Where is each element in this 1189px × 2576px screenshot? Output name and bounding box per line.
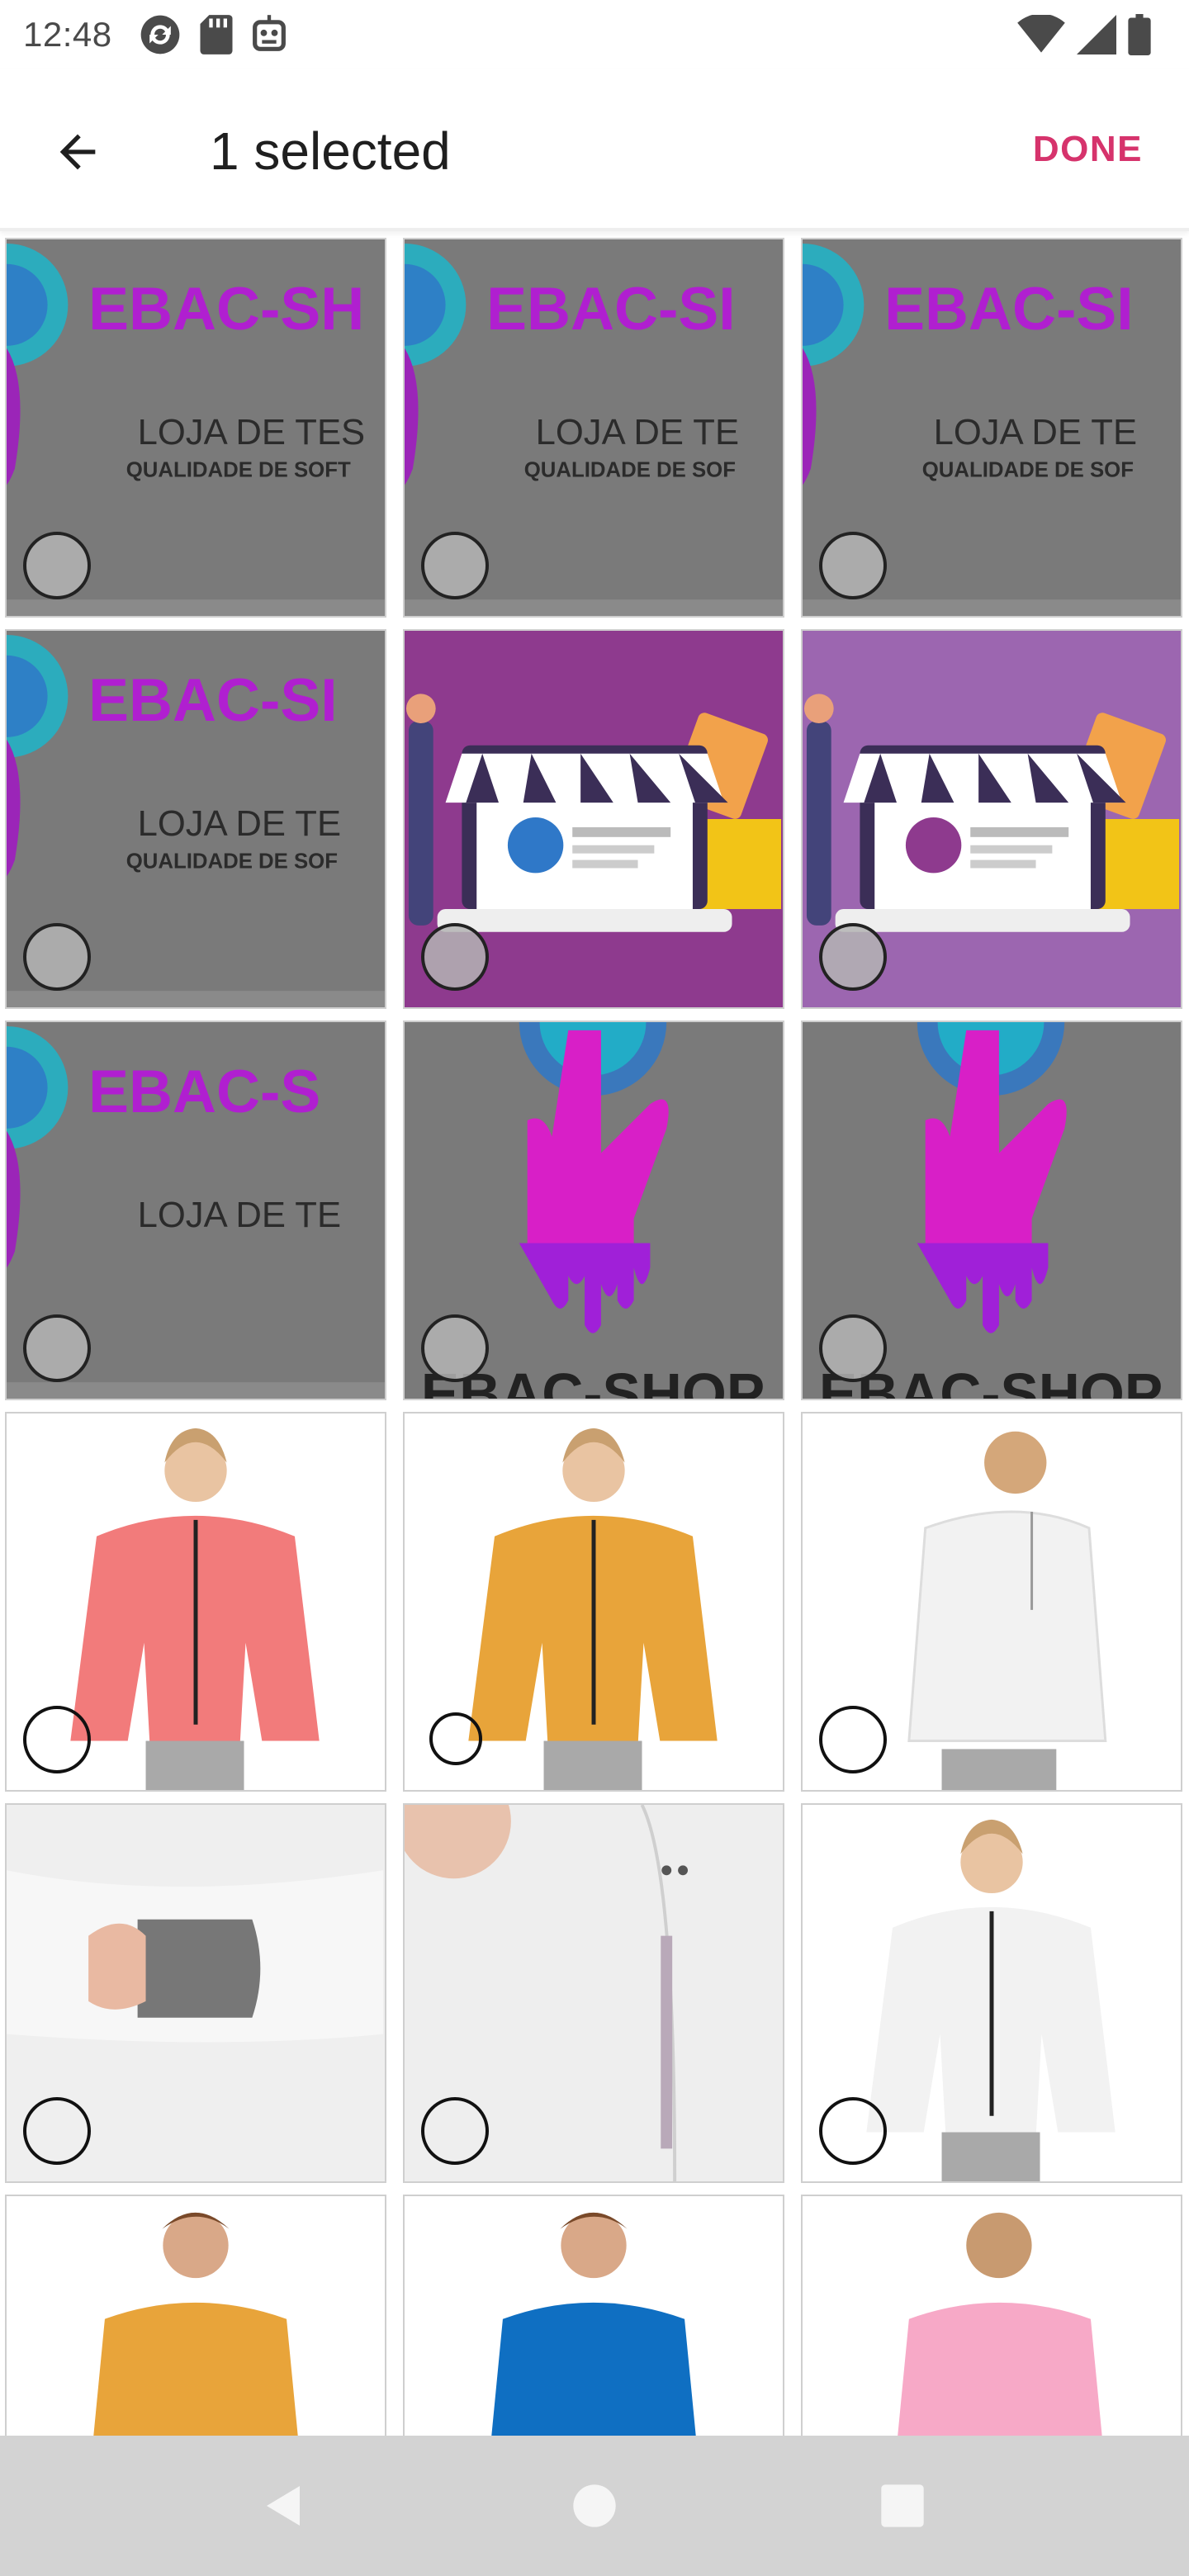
grid-image-jacket-closeup[interactable] bbox=[403, 1803, 784, 2183]
select-checkbox[interactable] bbox=[23, 1706, 91, 1773]
banner-store-text: LOJA DE TE bbox=[934, 413, 1137, 452]
grid-image-jacket[interactable] bbox=[801, 1803, 1182, 2183]
battery-icon bbox=[1128, 14, 1151, 55]
app-bar: 1 selected DONE bbox=[0, 69, 1189, 231]
nav-home-button[interactable] bbox=[557, 2469, 632, 2543]
nav-recents-button[interactable] bbox=[865, 2469, 940, 2543]
select-checkbox[interactable] bbox=[819, 2097, 887, 2165]
banner-brand-text: EBAC-SH bbox=[88, 275, 364, 343]
done-button[interactable]: DONE bbox=[1033, 129, 1143, 170]
select-checkbox[interactable] bbox=[23, 2097, 91, 2165]
status-icons-right bbox=[1017, 14, 1166, 55]
grid-image-jacket[interactable] bbox=[403, 1412, 784, 1792]
banner-store-text: LOJA DE TE bbox=[536, 413, 739, 452]
banner-brand-text: EBAC-SI bbox=[88, 666, 338, 734]
banner-store-text: LOJA DE TE bbox=[138, 804, 341, 844]
banner-quality-text: QUALIDADE DE SOF bbox=[126, 850, 338, 873]
select-checkbox[interactable] bbox=[819, 1706, 887, 1773]
grid-image-jacket[interactable] bbox=[5, 1412, 386, 1792]
page-title: 1 selected bbox=[210, 121, 451, 181]
grid-image-ebac-hand[interactable]: EBAC-SHOP bbox=[403, 1020, 784, 1400]
navigation-bar bbox=[0, 2436, 1189, 2576]
grid-image-store-illustration[interactable] bbox=[403, 629, 784, 1009]
robot-icon bbox=[252, 15, 286, 51]
grid-image-ebac-banner[interactable]: EBAC-SI LOJA DE TE QUALIDADE DE SOF bbox=[5, 629, 386, 1009]
select-checkbox[interactable] bbox=[421, 923, 489, 991]
status-time: 12:48 bbox=[23, 15, 112, 54]
grid-image-ebac-banner[interactable]: EBAC-SI LOJA DE TE QUALIDADE DE SOF bbox=[801, 238, 1182, 618]
grid-image-ebac-banner[interactable]: EBAC-SH LOJA DE TES QUALIDADE DE SOFT bbox=[5, 238, 386, 618]
grid-image-ebac-hand[interactable]: EBAC-SHOP bbox=[801, 1020, 1182, 1400]
banner-brand-text: EBAC-S bbox=[88, 1058, 320, 1125]
select-checkbox[interactable] bbox=[421, 1314, 489, 1382]
select-checkbox[interactable] bbox=[819, 532, 887, 599]
select-checkbox[interactable] bbox=[23, 923, 91, 991]
back-button[interactable] bbox=[43, 117, 112, 187]
grid-image-pullover[interactable] bbox=[5, 2195, 386, 2436]
select-checkbox[interactable] bbox=[429, 1712, 482, 1765]
nav-back-button[interactable] bbox=[249, 2469, 324, 2543]
arrow-back-icon bbox=[59, 134, 96, 170]
grid-image-jacket-back[interactable] bbox=[801, 1412, 1182, 1792]
grid-image-sleeve[interactable] bbox=[5, 1803, 386, 2183]
banner-store-text: LOJA DE TE bbox=[138, 1196, 341, 1235]
grid-image-ebac-banner[interactable]: EBAC-SI LOJA DE TE QUALIDADE DE SOF bbox=[403, 238, 784, 618]
sd-card-icon bbox=[200, 15, 233, 54]
image-grid: EBAC-SH LOJA DE TES QUALIDADE DE SOFT EB… bbox=[0, 234, 1189, 2436]
wifi-icon bbox=[1017, 15, 1065, 53]
banner-quality-text: QUALIDADE DE SOF bbox=[524, 458, 736, 481]
home-nav-icon bbox=[573, 2484, 616, 2527]
cell-signal-icon bbox=[1077, 15, 1116, 54]
select-checkbox[interactable] bbox=[421, 2097, 489, 2165]
grid-image-store-illustration[interactable] bbox=[801, 629, 1182, 1009]
banner-quality-text: QUALIDADE DE SOF bbox=[922, 458, 1134, 481]
select-checkbox[interactable] bbox=[819, 923, 887, 991]
banner-quality-text: QUALIDADE DE SOFT bbox=[126, 458, 351, 481]
status-bar: 12:48 bbox=[0, 0, 1189, 69]
grid-image-pullover-back[interactable] bbox=[801, 2195, 1182, 2436]
select-checkbox[interactable] bbox=[819, 1314, 887, 1382]
status-icons-left bbox=[137, 12, 289, 58]
grid-image-ebac-banner[interactable]: EBAC-S LOJA DE TE bbox=[5, 1020, 386, 1400]
banner-brand-text: EBAC-SI bbox=[884, 275, 1134, 343]
recents-nav-icon bbox=[881, 2484, 924, 2527]
banner-store-text: LOJA DE TES bbox=[138, 413, 366, 452]
select-checkbox[interactable] bbox=[23, 532, 91, 599]
sync-icon bbox=[140, 15, 179, 54]
banner-brand-text: EBAC-SI bbox=[486, 275, 736, 343]
select-checkbox[interactable] bbox=[23, 1314, 91, 1382]
back-nav-icon bbox=[266, 2486, 300, 2526]
select-checkbox[interactable] bbox=[421, 532, 489, 599]
grid-image-pullover[interactable] bbox=[403, 2195, 784, 2436]
